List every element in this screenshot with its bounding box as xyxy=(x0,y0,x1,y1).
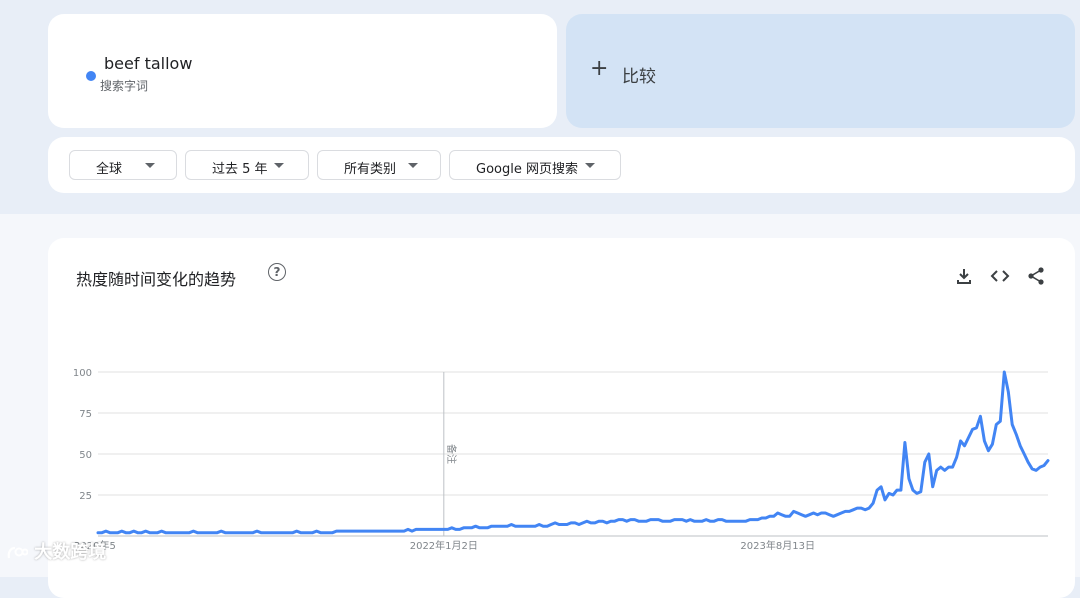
category-dropdown[interactable]: 所有类别 xyxy=(317,150,441,180)
watermark-text: 大数跨境 xyxy=(34,542,107,563)
y-tick-label: 50 xyxy=(79,450,92,461)
chevron-down-icon xyxy=(408,163,418,168)
search-type-label: Google 网页搜索 xyxy=(476,162,578,177)
watermark: 大数跨境 xyxy=(6,538,106,564)
search-type-dropdown[interactable]: Google 网页搜索 xyxy=(449,150,621,180)
compare-button[interactable]: + 比较 xyxy=(566,14,1075,128)
search-term-name[interactable]: beef tallow xyxy=(104,54,192,73)
plus-icon: + xyxy=(590,56,609,81)
chevron-down-icon xyxy=(585,163,595,168)
chevron-down-icon xyxy=(145,163,155,168)
y-tick-label: 25 xyxy=(79,491,92,502)
region-dropdown[interactable]: 全球 xyxy=(69,150,177,180)
series-color-dot xyxy=(86,71,96,81)
series-line-beef-tallow xyxy=(96,370,1050,535)
search-term-card[interactable]: beef tallow 搜索字词 xyxy=(48,14,557,128)
x-tick-label: 2023年8月13日 xyxy=(740,539,815,552)
compare-label: 比较 xyxy=(622,67,656,87)
x-tick-label: 2022年1月2日 xyxy=(410,539,478,552)
trend-line-chart: 100 75 50 25 备注 2022年1月2日 2023年8月13日 2025年3月23日… xyxy=(73,368,1075,552)
search-term-subtitle: 搜索字词 xyxy=(100,79,149,93)
brand-logo-icon xyxy=(7,546,28,559)
y-tick-label: 75 xyxy=(79,409,92,420)
x-tick-label: 2025年3月23日 xyxy=(1074,539,1075,552)
time-range-label: 过去 5 年 xyxy=(212,162,268,177)
chevron-down-icon xyxy=(274,163,284,168)
filter-bar: 全球 过去 5 年 所有类别 Google 网页搜索 xyxy=(48,137,1075,193)
annotation-label: 备注 xyxy=(445,444,458,464)
time-range-dropdown[interactable]: 过去 5 年 xyxy=(185,150,309,180)
category-label: 所有类别 xyxy=(344,162,397,177)
interest-over-time-card: 热度随时间变化的趋势 ? 100 75 50 25 备注 2022年1月2日 2023年8月… xyxy=(48,238,1075,598)
region-label: 全球 xyxy=(96,162,123,177)
y-tick-label: 100 xyxy=(73,368,92,379)
